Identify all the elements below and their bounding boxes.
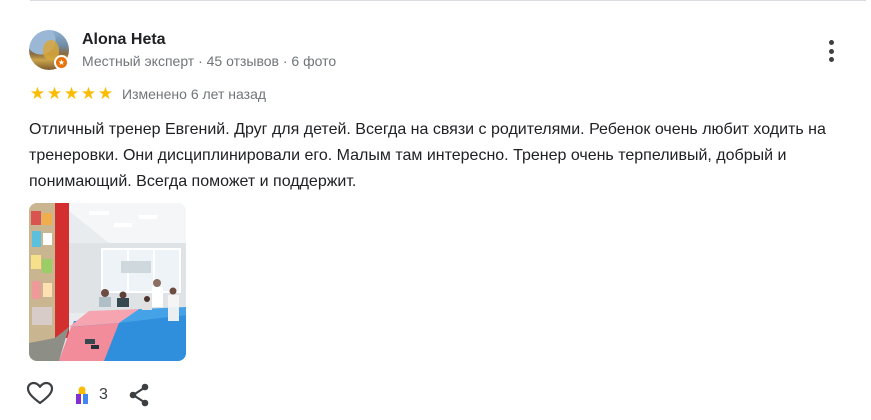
award-icon[interactable] xyxy=(74,385,90,405)
star-icon: ★ xyxy=(80,84,97,103)
gym-photo-image xyxy=(29,203,186,361)
award-count: 3 xyxy=(99,386,108,403)
more-dot-icon xyxy=(828,57,834,62)
heart-outline-icon[interactable] xyxy=(26,380,54,408)
star-icon: ★ xyxy=(46,84,63,103)
edited-time: Изменено 6 лет назад xyxy=(122,86,267,102)
author-name[interactable]: Alona Heta xyxy=(82,31,166,49)
star-icon: ★ xyxy=(29,84,46,103)
more-dot-icon xyxy=(828,48,834,54)
author-meta: Местный эксперт · 45 отзывов · 6 фото xyxy=(82,53,337,69)
more-options-button[interactable] xyxy=(820,38,842,64)
review-card: ★ Alona Heta Местный эксперт · 45 отзыво… xyxy=(0,0,871,420)
star-icon: ★ xyxy=(97,84,114,103)
share-icon[interactable] xyxy=(128,383,150,407)
rating-stars: ★ ★ ★ ★ ★ xyxy=(29,85,114,103)
more-dot-icon xyxy=(828,40,834,45)
review-photo[interactable] xyxy=(29,203,186,361)
local-guide-badge-icon: ★ xyxy=(54,55,69,70)
review-text: Отличный тренер Евгений. Друг для детей.… xyxy=(29,121,826,190)
star-icon: ★ xyxy=(63,84,80,103)
